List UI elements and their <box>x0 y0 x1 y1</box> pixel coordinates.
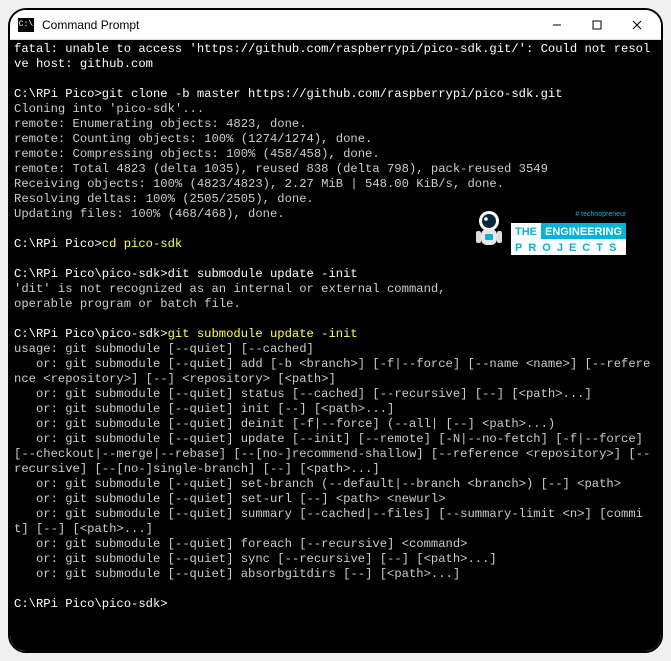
terminal-line: or: git submodule [--quiet] status [--ca… <box>14 387 657 402</box>
terminal-line: or: git submodule [--quiet] sync [--recu… <box>14 552 657 567</box>
maximize-icon <box>592 20 602 30</box>
terminal-line: Resolving deltas: 100% (2505/2505), done… <box>14 192 657 207</box>
terminal-line: Receiving objects: 100% (4823/4823), 2.2… <box>14 177 657 192</box>
window-controls <box>537 11 657 39</box>
terminal-line: or: git submodule [--quiet] deinit [-f|-… <box>14 417 657 432</box>
terminal-line: C:\RPi Pico\pico-sdk>git submodule updat… <box>14 327 657 342</box>
terminal-line: or: git submodule [--quiet] foreach [--r… <box>14 537 657 552</box>
maximize-button[interactable] <box>577 11 617 39</box>
terminal-line: or: git submodule [--quiet] update [--in… <box>14 432 657 477</box>
close-button[interactable] <box>617 11 657 39</box>
cmd-icon: C:\ <box>18 18 34 32</box>
terminal-line: remote: Counting objects: 100% (1274/127… <box>14 132 657 147</box>
terminal-line: or: git submodule [--quiet] set-branch (… <box>14 477 657 492</box>
terminal-line: or: git submodule [--quiet] init [--] [<… <box>14 402 657 417</box>
minimize-icon <box>552 20 562 30</box>
terminal-line: or: git submodule [--quiet] set-url [--]… <box>14 492 657 507</box>
terminal-line: C:\RPi Pico\pico-sdk>dit submodule updat… <box>14 267 657 282</box>
terminal-line: or: git submodule [--quiet] summary [--c… <box>14 507 657 537</box>
terminal-line: or: git submodule [--quiet] absorbgitdir… <box>14 567 657 582</box>
watermark-logo: # technopreneur THE ENGINEERING PROJECTS <box>471 208 643 254</box>
terminal-line: remote: Total 4823 (delta 1035), reused … <box>14 162 657 177</box>
titlebar[interactable]: C:\ Command Prompt <box>10 10 661 40</box>
logo-text-engineering: ENGINEERING <box>541 223 626 239</box>
close-icon <box>632 20 642 30</box>
logo-text-the: THE <box>511 223 541 239</box>
terminal-output[interactable]: # technopreneur THE ENGINEERING PROJECTS… <box>10 40 661 651</box>
astronaut-icon <box>471 209 507 253</box>
terminal-line: operable program or batch file. <box>14 297 657 312</box>
command-prompt-window: C:\ Command Prompt <box>8 8 663 653</box>
terminal-line <box>14 312 657 327</box>
terminal-line: C:\RPi Pico>git clone -b master https://… <box>14 87 657 102</box>
terminal-line: 'dit' is not recognized as an internal o… <box>14 282 657 297</box>
terminal-line: C:\RPi Pico\pico-sdk> <box>14 597 657 612</box>
terminal-line <box>14 582 657 597</box>
terminal-line: Cloning into 'pico-sdk'... <box>14 102 657 117</box>
terminal-line <box>14 72 657 87</box>
window-title: Command Prompt <box>42 18 537 32</box>
minimize-button[interactable] <box>537 11 577 39</box>
terminal-line: remote: Compressing objects: 100% (458/4… <box>14 147 657 162</box>
logo-text-projects: PROJECTS <box>511 239 626 255</box>
logo-tagline: # technopreneur <box>511 207 626 222</box>
terminal-line: fatal: unable to access 'https://github.… <box>14 42 657 72</box>
terminal-line: usage: git submodule [--quiet] [--cached… <box>14 342 657 357</box>
terminal-line: or: git submodule [--quiet] add [-b <bra… <box>14 357 657 387</box>
terminal-line: remote: Enumerating objects: 4823, done. <box>14 117 657 132</box>
